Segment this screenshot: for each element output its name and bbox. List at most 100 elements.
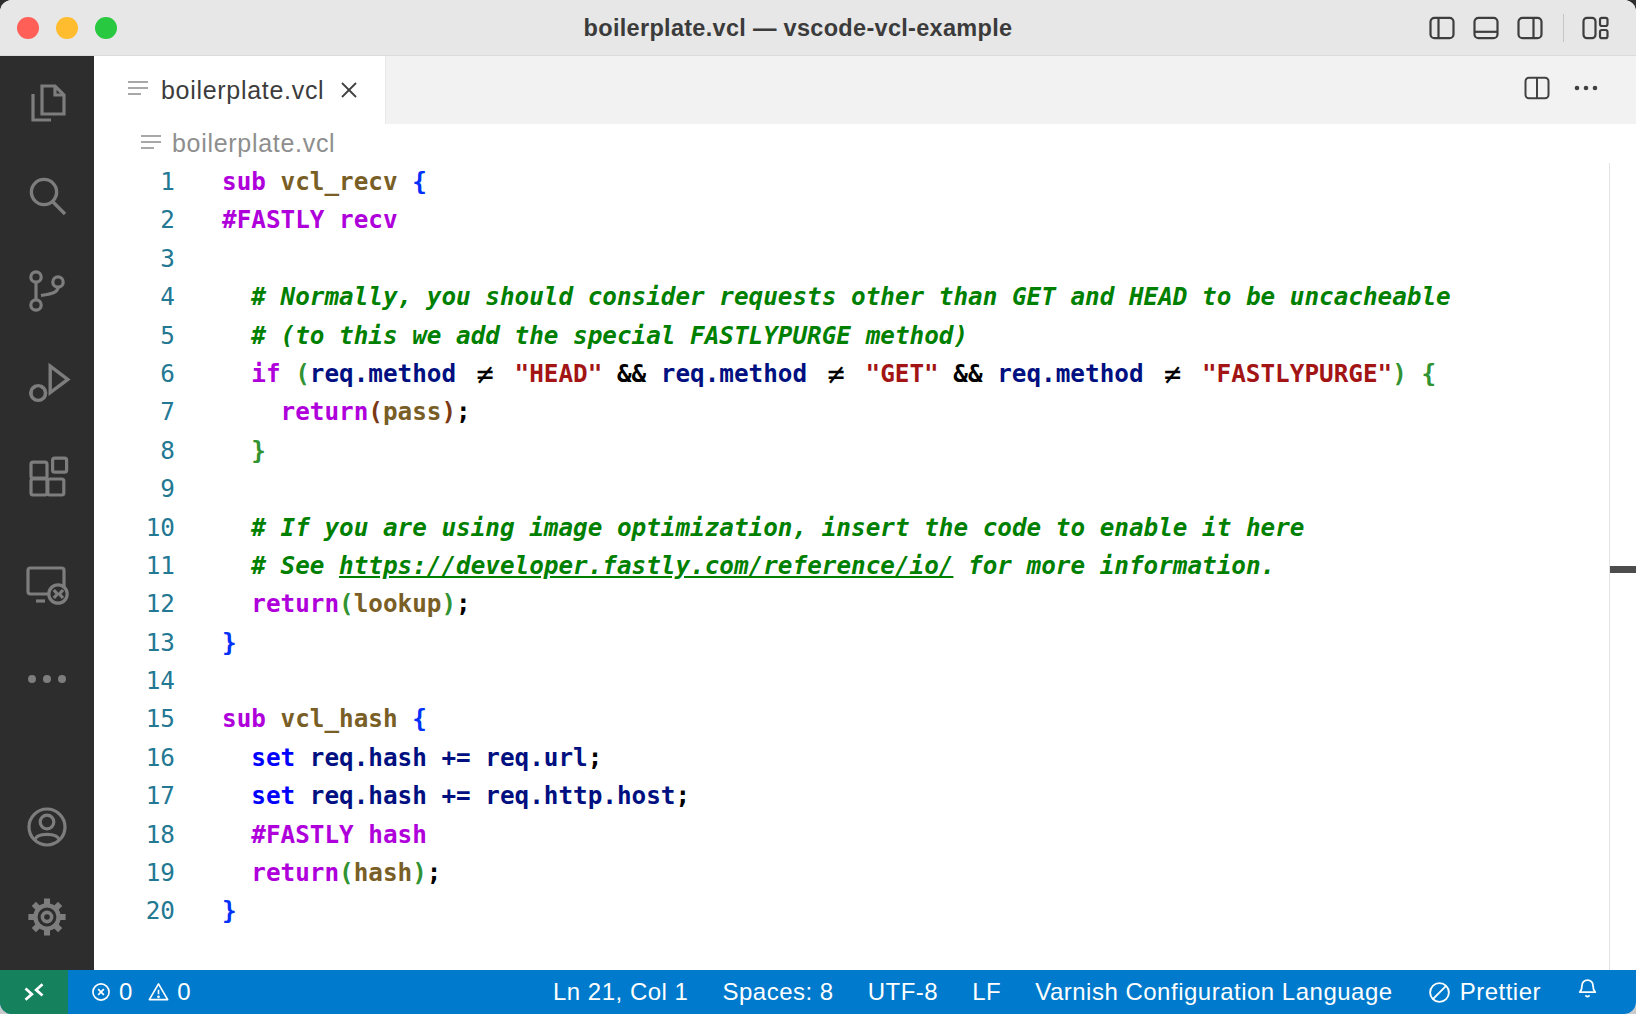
code-line: 4 # Normally, you should consider reques… bbox=[94, 278, 1636, 316]
line-number: 5 bbox=[94, 317, 175, 355]
line-number: 10 bbox=[94, 509, 175, 547]
status-language-mode[interactable]: Varnish Configuration Language bbox=[1035, 978, 1392, 1006]
status-encoding[interactable]: UTF-8 bbox=[868, 978, 939, 1006]
code-line-text: return(hash); bbox=[222, 854, 441, 892]
more-views-icon[interactable] bbox=[23, 655, 71, 703]
titlebar-divider bbox=[1563, 14, 1564, 42]
code-line: 13} bbox=[94, 624, 1636, 662]
status-indentation[interactable]: Spaces: 8 bbox=[722, 978, 833, 1006]
tab-bar: boilerplate.vcl bbox=[94, 56, 1636, 124]
toggle-panel-icon[interactable] bbox=[1473, 16, 1499, 40]
code-line: 6 if (req.method ≠ "HEAD" && req.method … bbox=[94, 355, 1636, 393]
code-line-text: # See https://developer.fastly.com/refer… bbox=[222, 547, 1275, 585]
remote-explorer-icon[interactable] bbox=[23, 561, 71, 609]
error-icon bbox=[90, 981, 112, 1003]
code-editor[interactable]: 1sub vcl_recv {2#FASTLY recv34 # Normall… bbox=[94, 163, 1636, 970]
vscode-window: boilerplate.vcl — vscode-vcl-example bbox=[0, 0, 1636, 1014]
tab-boilerplate-vcl[interactable]: boilerplate.vcl bbox=[94, 56, 386, 124]
code-line-text: # If you are using image optimization, i… bbox=[222, 509, 1304, 547]
line-number: 2 bbox=[94, 201, 175, 239]
status-cursor-position[interactable]: Ln 21, Col 1 bbox=[553, 978, 688, 1006]
code-line: 15 sub vcl_hash { bbox=[94, 700, 1636, 738]
status-bar-right: Ln 21, Col 1 Spaces: 8 UTF-8 LF Varnish Conf… bbox=[553, 977, 1636, 1008]
customize-layout-icon[interactable] bbox=[1582, 16, 1609, 40]
overview-ruler-cursor-mark bbox=[1610, 566, 1636, 573]
code-line: 8 } bbox=[94, 432, 1636, 470]
code-line-text: # (to this we add the special FASTLYPURG… bbox=[222, 317, 968, 355]
window-title: boilerplate.vcl — vscode-vcl-example bbox=[0, 0, 1636, 56]
line-number: 20 bbox=[94, 892, 175, 930]
file-icon bbox=[127, 78, 149, 102]
code-line-text: } bbox=[222, 624, 237, 662]
line-number: 4 bbox=[94, 278, 175, 316]
code-line: 11 # See https://developer.fastly.com/re… bbox=[94, 547, 1636, 585]
toggle-primary-sidebar-icon[interactable] bbox=[1429, 16, 1455, 40]
code-line-text: return(lookup); bbox=[222, 585, 471, 623]
line-number: 6 bbox=[94, 355, 175, 393]
line-number: 11 bbox=[94, 547, 175, 585]
line-number: 13 bbox=[94, 624, 175, 662]
run-debug-icon[interactable] bbox=[23, 361, 71, 409]
code-line-text: # Normally, you should consider requests… bbox=[222, 278, 1451, 316]
line-number: 7 bbox=[94, 393, 175, 431]
tab-label: boilerplate.vcl bbox=[161, 76, 324, 105]
code-line: 19 return(hash); bbox=[94, 854, 1636, 892]
line-number: 9 bbox=[94, 470, 175, 508]
extensions-icon[interactable] bbox=[23, 455, 71, 503]
editor-actions bbox=[1524, 56, 1636, 124]
explorer-icon[interactable] bbox=[23, 79, 71, 127]
account-icon[interactable] bbox=[23, 803, 71, 851]
prettier-icon bbox=[1427, 980, 1452, 1005]
code-line: 14 bbox=[94, 662, 1636, 700]
problems-status[interactable]: 0 0 bbox=[90, 978, 191, 1006]
remote-indicator[interactable] bbox=[0, 970, 68, 1014]
code-line: 12 return(lookup); bbox=[94, 585, 1636, 623]
breadcrumb-item[interactable]: boilerplate.vcl bbox=[172, 129, 335, 158]
line-number: 1 bbox=[94, 163, 175, 201]
line-number: 12 bbox=[94, 585, 175, 623]
activity-bar bbox=[0, 56, 94, 970]
more-actions-icon[interactable] bbox=[1572, 76, 1600, 104]
code-line-text: if (req.method ≠ "HEAD" && req.method ≠ … bbox=[222, 355, 1436, 393]
line-number: 19 bbox=[94, 854, 175, 892]
editor-group: boilerplate.vcl b bbox=[94, 56, 1636, 970]
status-bar: 0 0 Ln 21, Col 1 Spaces: 8 UTF-8 LF Varnish … bbox=[0, 970, 1636, 1014]
settings-gear-icon[interactable] bbox=[23, 893, 71, 941]
line-number: 8 bbox=[94, 432, 175, 470]
breadcrumb-file-icon bbox=[140, 132, 162, 156]
line-number: 15 bbox=[94, 700, 175, 738]
status-formatter-prettier[interactable]: Prettier bbox=[1427, 978, 1541, 1006]
line-number: 14 bbox=[94, 662, 175, 700]
code-line: 5 # (to this we add the special FASTLYPU… bbox=[94, 317, 1636, 355]
titlebar-actions bbox=[1411, 0, 1609, 56]
code-line-text: sub vcl_hash { bbox=[222, 700, 427, 738]
code-line: 20} bbox=[94, 892, 1636, 930]
code-line: 7 return(pass); bbox=[94, 393, 1636, 431]
status-eol[interactable]: LF bbox=[972, 978, 1001, 1006]
search-icon[interactable] bbox=[23, 173, 71, 221]
source-control-icon[interactable] bbox=[23, 267, 71, 315]
code-line-text: #FASTLY hash bbox=[222, 816, 427, 854]
code-line-text: } bbox=[222, 432, 266, 470]
code-line: 10 # If you are using image optimization… bbox=[94, 509, 1636, 547]
titlebar: boilerplate.vcl — vscode-vcl-example bbox=[0, 0, 1636, 56]
code-line-text: set req.hash += req.http.host; bbox=[222, 777, 690, 815]
line-number: 3 bbox=[94, 240, 175, 278]
code-line-text: return(pass); bbox=[222, 393, 471, 431]
code-line: 2 #FASTLY recv bbox=[94, 201, 1636, 239]
code-line: 9 bbox=[94, 470, 1636, 508]
tab-close-icon[interactable] bbox=[338, 79, 360, 101]
toggle-secondary-sidebar-icon[interactable] bbox=[1517, 16, 1543, 40]
code-line-text: } bbox=[222, 892, 237, 930]
code-line-text: #FASTLY recv bbox=[222, 201, 398, 239]
overview-ruler[interactable] bbox=[1609, 163, 1636, 970]
line-number: 17 bbox=[94, 777, 175, 815]
error-count: 0 bbox=[119, 978, 132, 1006]
code-line-text: set req.hash += req.url; bbox=[222, 739, 602, 777]
warning-icon bbox=[147, 981, 170, 1003]
split-editor-icon[interactable] bbox=[1524, 76, 1550, 104]
line-number: 16 bbox=[94, 739, 175, 777]
code-line: 17 set req.hash += req.http.host; bbox=[94, 777, 1636, 815]
notifications-bell-icon[interactable] bbox=[1575, 977, 1600, 1008]
breadcrumb[interactable]: boilerplate.vcl bbox=[94, 124, 1636, 163]
